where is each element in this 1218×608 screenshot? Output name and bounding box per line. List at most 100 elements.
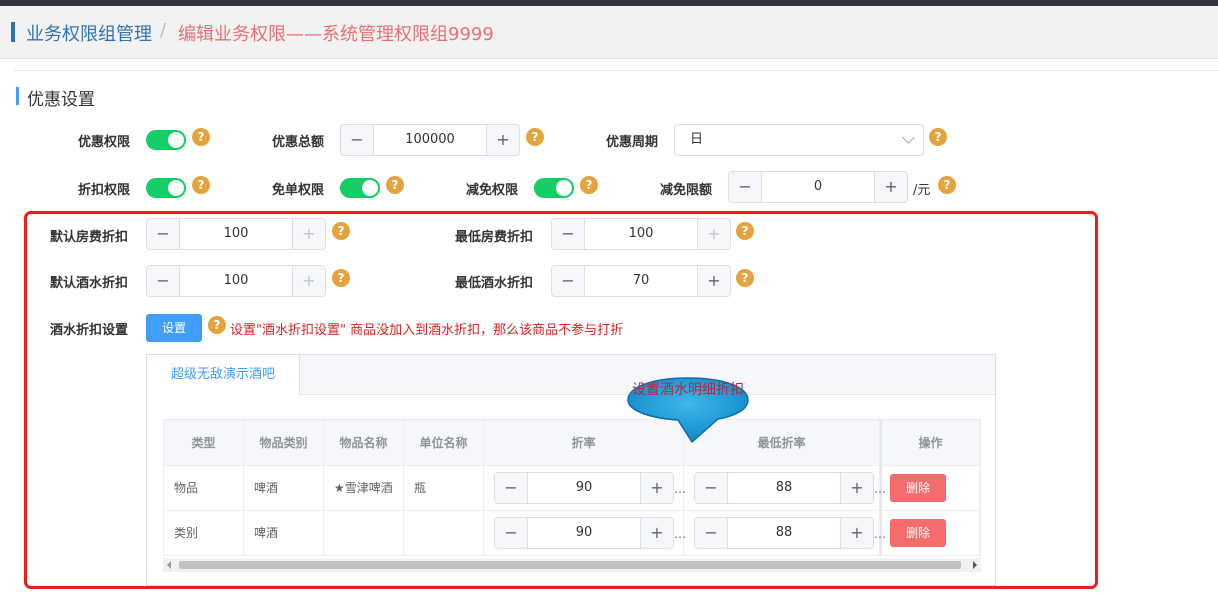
discount-period-label: 优惠周期 xyxy=(606,135,659,150)
breadcrumb-separator: / xyxy=(160,20,167,41)
switch-knob xyxy=(168,132,184,148)
default-drink-discount-stepper[interactable]: − 100 + xyxy=(146,265,326,297)
stepper-value[interactable]: 88 xyxy=(727,518,841,548)
question-circle-icon[interactable]: ? xyxy=(332,222,350,240)
default-room-discount-stepper[interactable]: − 100 + xyxy=(146,218,326,250)
free-order-permission-label: 免单权限 xyxy=(272,183,325,198)
minus-icon[interactable]: − xyxy=(341,125,374,155)
rate-stepper[interactable]: − 90 + xyxy=(494,472,674,504)
stepper-value[interactable]: 100 xyxy=(179,219,293,249)
table-cell: 瓶 xyxy=(404,466,484,511)
question-circle-icon[interactable]: ? xyxy=(332,269,350,287)
default-drink-discount-label: 默认酒水折扣 xyxy=(50,276,129,291)
minus-icon[interactable]: − xyxy=(695,518,728,548)
plus-icon[interactable]: + xyxy=(292,219,325,249)
stepper-value[interactable]: 90 xyxy=(527,473,641,503)
question-circle-icon[interactable]: ? xyxy=(938,176,956,194)
plus-icon[interactable]: + xyxy=(697,266,730,296)
stepper-value[interactable]: 100000 xyxy=(373,125,487,155)
minus-icon[interactable]: − xyxy=(147,219,180,249)
default-room-discount-label: 默认房费折扣 xyxy=(50,230,129,245)
min-rate-stepper[interactable]: − 88 + xyxy=(694,472,874,504)
column-header: 单位名称 xyxy=(404,420,484,466)
min-rate-stepper[interactable]: − 88 + xyxy=(694,517,874,549)
table-cell: ★雪津啤酒 xyxy=(324,466,404,511)
minus-icon[interactable]: − xyxy=(729,172,762,202)
question-circle-icon[interactable]: ? xyxy=(736,269,754,287)
plus-icon[interactable]: + xyxy=(874,172,907,202)
tab-venue[interactable]: 超级无敌演示酒吧 xyxy=(147,355,300,395)
question-circle-icon[interactable]: ? xyxy=(929,128,947,146)
plus-icon[interactable]: + xyxy=(486,125,519,155)
rate-stepper[interactable]: − 90 + xyxy=(494,517,674,549)
select-value: 日 xyxy=(690,132,704,147)
question-circle-icon[interactable]: ? xyxy=(386,176,404,194)
minus-icon[interactable]: − xyxy=(695,473,728,503)
plus-icon[interactable]: + xyxy=(640,473,673,503)
discount-permission-label: 优惠权限 xyxy=(78,135,131,150)
stepper-value[interactable]: 88 xyxy=(727,473,841,503)
divider xyxy=(14,70,1218,71)
minus-icon[interactable]: − xyxy=(147,266,180,296)
minus-icon[interactable]: − xyxy=(552,266,585,296)
min-drink-discount-stepper[interactable]: − 70 + xyxy=(551,265,731,297)
page-header: 业务权限组管理 / 编辑业务权限——系统管理权限组9999 xyxy=(0,6,1218,59)
plus-icon[interactable]: + xyxy=(840,473,873,503)
scroll-right-icon[interactable] xyxy=(973,561,977,569)
discount-total-stepper[interactable]: − 100000 + xyxy=(340,124,520,156)
stepper-value[interactable]: 0 xyxy=(761,172,875,202)
plus-icon[interactable]: + xyxy=(697,219,730,249)
reduction-limit-label: 减免限额 xyxy=(660,183,713,198)
delete-button[interactable]: 删除 xyxy=(890,519,946,547)
header-accent-bar xyxy=(11,22,15,42)
venue-tab-card: 超级无敌演示酒吧 类型 物品类别 物品名称 单位名称 折率 最低折率 操作 物品… xyxy=(146,354,996,586)
minus-icon[interactable]: − xyxy=(495,518,528,548)
discount-permission-switch[interactable] xyxy=(146,130,186,150)
stepper-value[interactable]: 70 xyxy=(584,266,698,296)
horizontal-scrollbar[interactable] xyxy=(163,558,981,572)
reduction-limit-stepper[interactable]: − 0 + xyxy=(728,171,908,203)
plus-icon[interactable]: + xyxy=(292,266,325,296)
ellipsis: … xyxy=(874,482,886,496)
question-circle-icon[interactable]: ? xyxy=(736,222,754,240)
section-accent-bar xyxy=(16,87,19,105)
min-drink-discount-label: 最低酒水折扣 xyxy=(455,276,534,291)
minus-icon[interactable]: − xyxy=(495,473,528,503)
drink-discount-setting-button[interactable]: 设置 xyxy=(146,314,202,342)
question-circle-icon[interactable]: ? xyxy=(192,128,210,146)
rebate-permission-switch[interactable] xyxy=(146,178,186,198)
ellipsis: … xyxy=(874,527,886,541)
discount-period-select[interactable]: 日 xyxy=(674,124,924,156)
ellipsis: … xyxy=(674,527,686,541)
question-circle-icon[interactable]: ? xyxy=(580,176,598,194)
plus-icon[interactable]: + xyxy=(840,518,873,548)
column-header: 操作 xyxy=(880,420,980,466)
tab-header: 超级无敌演示酒吧 xyxy=(147,355,995,395)
drink-discount-table: 类型 物品类别 物品名称 单位名称 折率 最低折率 操作 物品 啤酒 ★雪津啤酒… xyxy=(163,419,981,559)
table-cell xyxy=(404,511,484,556)
callout-text: 设置酒水明细折扣 xyxy=(632,382,744,398)
switch-knob xyxy=(168,180,184,196)
minus-icon[interactable]: − xyxy=(552,219,585,249)
plus-icon[interactable]: + xyxy=(640,518,673,548)
stepper-value[interactable]: 100 xyxy=(584,219,698,249)
question-circle-icon[interactable]: ? xyxy=(192,176,210,194)
min-room-discount-stepper[interactable]: − 100 + xyxy=(551,218,731,250)
free-order-permission-switch[interactable] xyxy=(340,178,380,198)
stepper-value[interactable]: 90 xyxy=(527,518,641,548)
reduction-permission-label: 减免权限 xyxy=(466,183,519,198)
table-cell: 啤酒 xyxy=(244,511,324,556)
reduction-limit-unit: /元 xyxy=(913,183,931,198)
delete-button[interactable]: 删除 xyxy=(890,474,946,502)
scrollbar-thumb[interactable] xyxy=(179,561,961,569)
question-circle-icon[interactable]: ? xyxy=(208,316,226,334)
stepper-value[interactable]: 100 xyxy=(179,266,293,296)
ellipsis: … xyxy=(674,482,686,496)
scroll-left-icon[interactable] xyxy=(167,561,171,569)
reduction-permission-switch[interactable] xyxy=(534,178,574,198)
question-circle-icon[interactable]: ? xyxy=(526,128,544,146)
drink-discount-setting-label: 酒水折扣设置 xyxy=(50,323,129,338)
section-title: 优惠设置 xyxy=(27,90,95,110)
column-header: 类型 xyxy=(164,420,244,466)
breadcrumb-parent[interactable]: 业务权限组管理 xyxy=(26,20,152,46)
